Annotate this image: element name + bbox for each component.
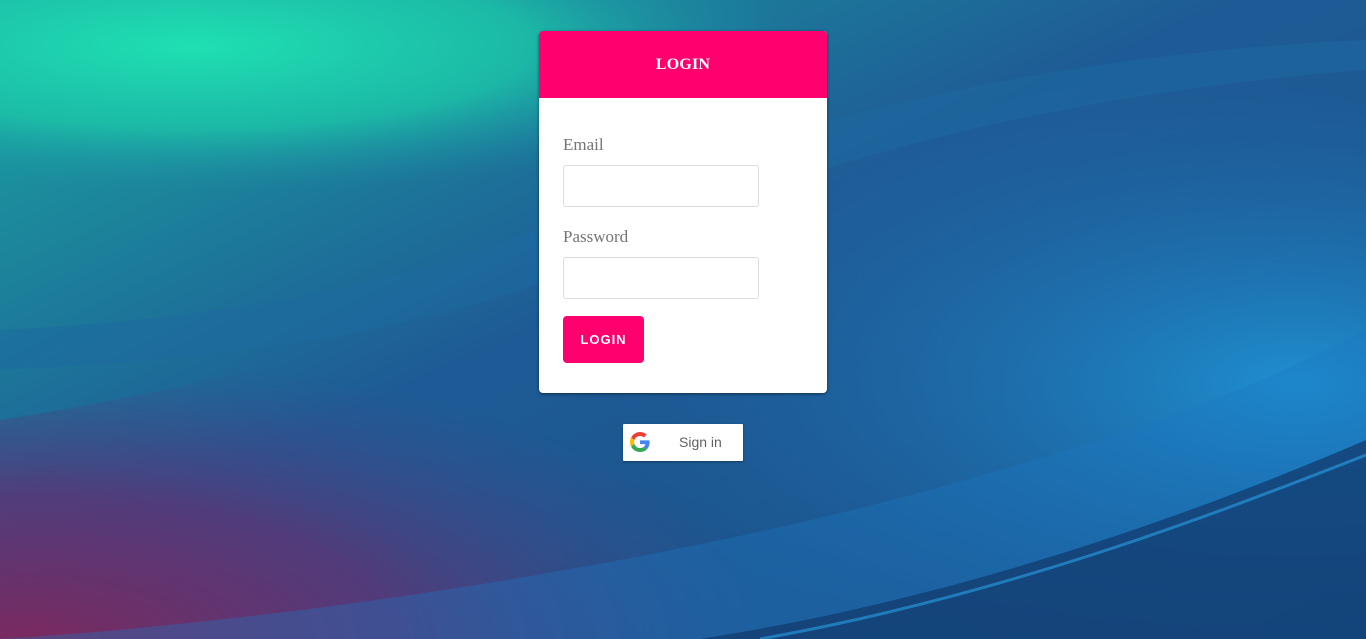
- email-input[interactable]: [563, 165, 759, 207]
- login-button[interactable]: LOGIN: [563, 316, 644, 363]
- password-input[interactable]: [563, 257, 759, 299]
- login-title: LOGIN: [655, 55, 711, 73]
- google-sign-in-label: Sign in: [679, 434, 722, 450]
- google-icon: [630, 432, 650, 452]
- google-sign-in-button[interactable]: Sign in: [623, 424, 743, 461]
- login-card: LOGIN Email Password LOGIN: [539, 31, 827, 393]
- login-card-header: LOGIN: [539, 31, 827, 98]
- password-label: Password: [563, 227, 629, 246]
- email-label: Email: [563, 135, 604, 154]
